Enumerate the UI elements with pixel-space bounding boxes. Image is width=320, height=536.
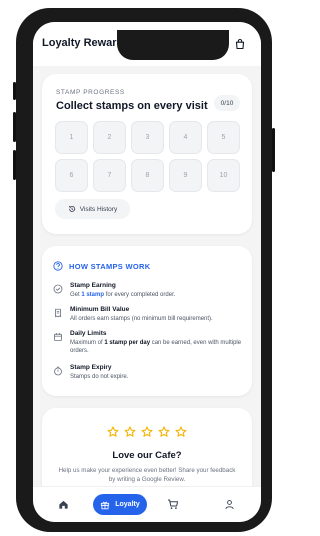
rule-description: Maximum of 1 stamp per day can be earned… [70,340,242,354]
phone-volume-down [13,150,16,180]
rule-title: Daily Limits [70,330,107,337]
star-icon[interactable] [124,426,136,438]
stamp-slot: 8 [131,159,164,192]
stamp-highlight: 1 stamp [81,292,105,298]
stamp-slot: 4 [169,121,202,154]
phone-silent-switch [13,82,16,100]
rule-description: All orders earn stamps (no minimum bill … [70,316,213,322]
stamp-slot: 6 [55,159,88,192]
stamp-progress-eyebrow: STAMP PROGRESS [56,89,125,96]
stamp-grid: 1 2 3 4 5 6 7 8 9 10 [55,121,240,192]
gift-icon [101,501,110,509]
nav-cart[interactable] [163,494,183,514]
stamp-slot: 3 [131,121,164,154]
history-icon [68,205,75,212]
timer-icon [54,366,62,376]
nav-profile[interactable] [219,494,239,514]
stamp-slot: 5 [207,121,240,154]
review-description: Help us make your experience even better… [58,467,236,483]
rule-daily-limits: Daily Limits Maximum of 1 stamp per day … [53,330,243,355]
visits-history-button[interactable]: Visits History [55,199,130,219]
stamp-slot: 7 [93,159,126,192]
bottom-navigation: Loyalty [33,486,261,522]
check-circle-icon [53,284,63,294]
help-circle-icon [53,261,63,271]
how-stamps-work-heading: HOW STAMPS WORK [53,261,150,271]
phone-notch [117,30,229,60]
star-icon[interactable] [107,426,119,438]
phone-volume-up [13,112,16,142]
visits-history-label: Visits History [79,205,118,213]
stamp-progress-card: STAMP PROGRESS Collect stamps on every v… [42,74,252,234]
phone-power-button [272,128,275,172]
receipt-icon [55,308,61,318]
review-title: Love our Cafe? [112,450,182,461]
daily-limit-highlight: 1 stamp per day [104,340,151,346]
stamp-progress-title: Collect stamps on every visit [56,100,208,112]
star-icon[interactable] [175,426,187,438]
rule-description: Get 1 stamp for every completed order. [70,292,176,298]
stamp-slot: 2 [93,121,126,154]
stamp-count-badge: 0/10 [214,95,240,111]
stamp-slot: 9 [169,159,202,192]
nav-loyalty-label: Loyalty [115,501,140,508]
shopping-bag-icon[interactable] [232,36,248,52]
cart-icon [168,499,179,509]
rule-title: Stamp Earning [70,282,116,289]
rule-title: Stamp Expiry [70,364,112,371]
how-stamps-work-card: HOW STAMPS WORK Stamp Earning Get 1 stam… [42,246,252,396]
nav-home[interactable] [53,494,73,514]
star-icon[interactable] [141,426,153,438]
rule-stamp-earning: Stamp Earning Get 1 stamp for every comp… [53,282,243,299]
star-icon[interactable] [158,426,170,438]
stamp-slot: 1 [55,121,88,154]
rating-stars[interactable] [42,426,252,438]
rule-description: Stamps do not expire. [70,374,129,380]
user-icon [224,499,234,509]
app-screen: Loyalty Rewards STAMP PROGRESS Collect s… [33,22,261,522]
rule-title: Minimum Bill Value [70,306,130,313]
calendar-icon [54,333,62,341]
stamp-slot: 10 [207,159,240,192]
how-stamps-work-title: HOW STAMPS WORK [69,261,151,271]
home-icon [58,500,68,509]
nav-loyalty[interactable]: Loyalty [93,494,147,515]
rule-stamp-expiry: Stamp Expiry Stamps do not expire. [53,364,243,381]
rule-minimum-bill: Minimum Bill Value All orders earn stamp… [53,306,243,323]
